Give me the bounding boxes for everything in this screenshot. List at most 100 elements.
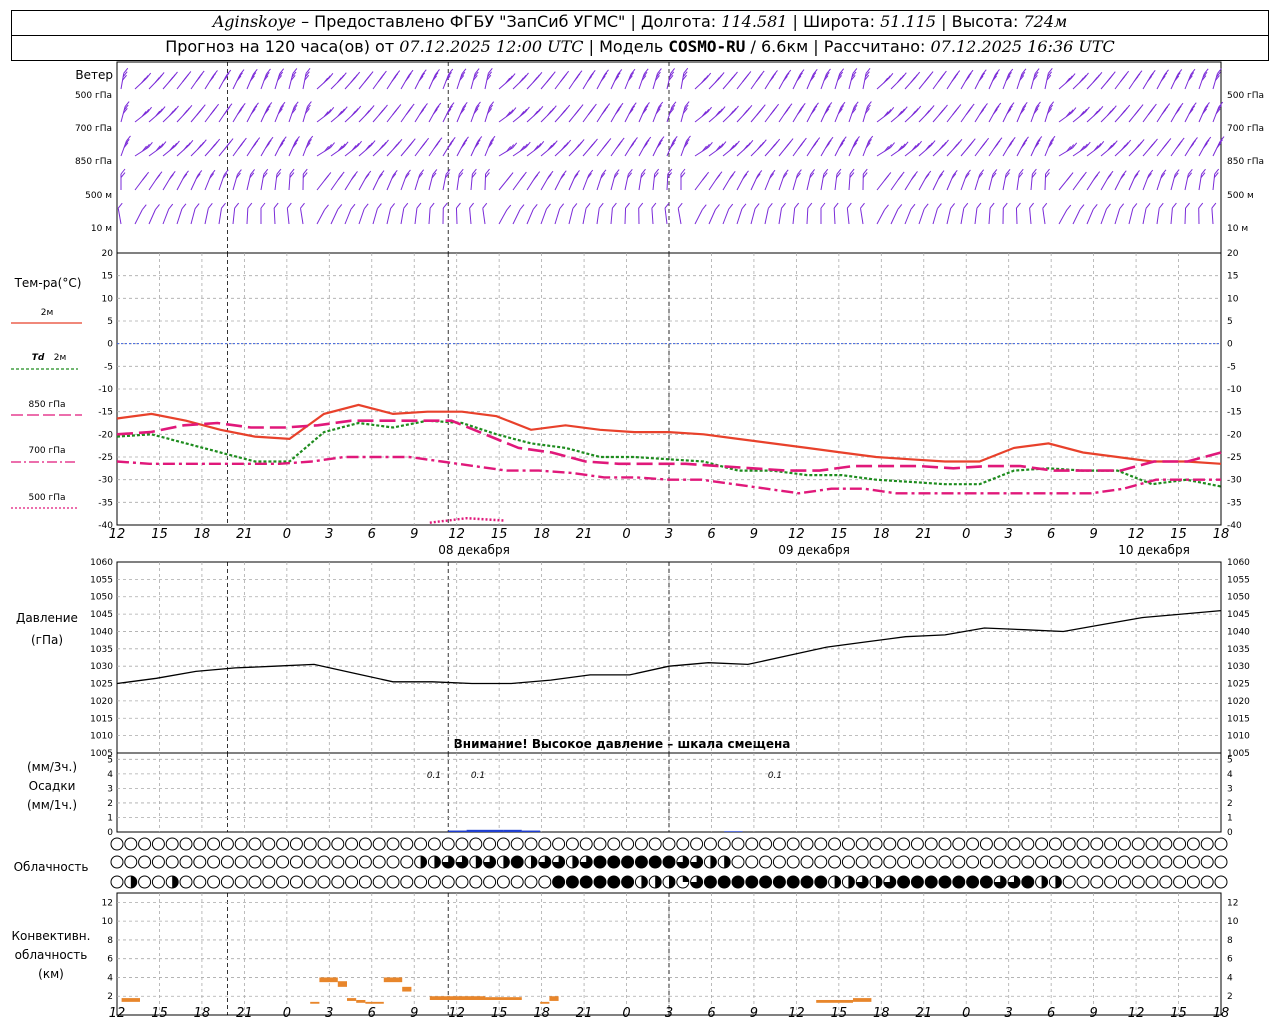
- cloud-cover-symbol: [262, 837, 276, 851]
- wind-barb-feather: [482, 202, 488, 209]
- wind-barb-feather: [756, 109, 762, 116]
- wind-barb-feather: [646, 136, 652, 143]
- wind-barb-feather: [1123, 142, 1129, 148]
- cloud-cover-fill: [759, 876, 772, 888]
- wind-barb-feather: [989, 202, 995, 209]
- cloud-cover-symbol: [1200, 837, 1214, 851]
- conv-cloud-bar: [540, 1001, 550, 1004]
- temp-y-tick-right: -30: [1227, 476, 1242, 486]
- cloud-cover-symbol: [1186, 855, 1200, 869]
- wind-barb-feather: [1145, 202, 1151, 209]
- wind-barb-feather: [1066, 174, 1072, 181]
- pressure-warning: Внимание! Высокое давление – шкала смеще…: [454, 737, 791, 751]
- wind-barb-staff: [846, 208, 850, 225]
- cloud-cover-symbol: [1021, 837, 1035, 851]
- wind-barb-feather: [210, 109, 215, 116]
- wind-barb-feather: [756, 144, 762, 150]
- temp-y-tick: 15: [102, 272, 113, 282]
- cloud-cover-symbol: [193, 855, 207, 869]
- wind-barb-feather: [169, 173, 174, 180]
- wind-barb-staff: [316, 209, 325, 225]
- wind-barb-staff: [932, 208, 938, 225]
- cloud-cover-symbol: [1214, 837, 1228, 851]
- legend-700-label: 700 гПа: [28, 446, 65, 456]
- cloud-cover-symbol: [966, 855, 980, 869]
- wind-barb-feather: [728, 203, 734, 210]
- wind-barb-feather: [897, 204, 903, 210]
- precip-y-tick-right: 4: [1227, 770, 1233, 780]
- wind-barb-feather: [701, 204, 707, 211]
- conv-y-tick-right: 2: [1227, 992, 1233, 1002]
- wind-barb-staff: [1030, 174, 1033, 191]
- wind-barb-feather: [391, 76, 397, 82]
- cloud-cover-symbol: [262, 855, 276, 869]
- pressure-y-tick: 1015: [90, 714, 113, 724]
- cloud-cover-fill: [980, 876, 993, 888]
- cloud-cover-fill: [1055, 876, 1062, 888]
- cloud-cover-symbol: [621, 837, 635, 851]
- cloud-cover-symbol: [441, 837, 455, 851]
- cloud-cover-symbol: [317, 837, 331, 851]
- cloud-cover-fill: [939, 876, 951, 888]
- x-tick-label: 9: [410, 1006, 418, 1021]
- wind-barb-feather: [1079, 174, 1085, 181]
- cloud-cover-symbol: [524, 875, 538, 889]
- temp-y-tick-right: -20: [1227, 430, 1242, 440]
- cloud-cover-symbol: [289, 855, 303, 869]
- wind-barb-feather: [923, 203, 929, 210]
- cloud-cover-fill: [732, 876, 744, 888]
- wind-barb-staff: [218, 208, 222, 225]
- wind-barb-feather: [169, 110, 174, 117]
- temp-y-tick: 20: [102, 249, 114, 259]
- wind-barb-feather: [546, 173, 552, 180]
- cloud-cover-symbol: [207, 855, 221, 869]
- conv-label-2: облачность: [15, 948, 88, 962]
- pressure-y-tick-right: 1025: [1227, 680, 1250, 690]
- wind-barb-feather: [1204, 139, 1210, 146]
- wind-barb-feather: [351, 174, 357, 180]
- pressure-y-tick: 1040: [90, 627, 113, 637]
- wind-barb-feather: [729, 110, 734, 117]
- cloud-cover-symbol: [731, 837, 745, 851]
- cloud-cover-symbol: [193, 837, 207, 851]
- wind-barb-feather: [1162, 143, 1167, 150]
- cloud-cover-symbol: [414, 837, 428, 851]
- cloud-cover-symbol: [814, 855, 828, 869]
- temp-y-tick-right: -35: [1227, 498, 1242, 508]
- precip-y-tick-right: 3: [1227, 784, 1233, 794]
- wind-barb-feather: [664, 202, 670, 209]
- wind-barb-staff: [677, 208, 682, 225]
- cloud-label: Облачность: [14, 860, 89, 874]
- wind-barb-feather: [519, 204, 525, 210]
- cloud-cover-symbol: [220, 855, 234, 869]
- cloud-cover-symbol: [1145, 837, 1159, 851]
- wind-barb-feather: [677, 202, 683, 209]
- cloud-cover-symbol: [179, 855, 193, 869]
- temp-y-tick-right: 10: [1227, 294, 1239, 304]
- cloud-cover-symbol: [386, 855, 400, 869]
- wind-barb-feather: [405, 109, 411, 115]
- cloud-cover-fill: [1021, 876, 1034, 888]
- cloud-cover-fill: [925, 876, 938, 888]
- wind-barb-staff: [204, 208, 209, 225]
- cloud-cover-symbol: [1214, 855, 1228, 869]
- x-tick-label: 15: [1170, 527, 1187, 542]
- cloud-cover-symbol: [772, 837, 786, 851]
- cloud-cover-symbol: [400, 875, 414, 889]
- wind-barb-feather: [117, 202, 123, 209]
- wind-barb-staff: [708, 209, 716, 225]
- wind-barb-feather: [251, 143, 257, 149]
- wind-barb-feather: [783, 109, 789, 115]
- cloud-cover-symbol: [1007, 855, 1021, 869]
- cloud-cover-symbol: [897, 855, 911, 869]
- wind-barb-feather: [195, 76, 201, 82]
- wind-barb-feather: [651, 202, 657, 209]
- wind-barb-feather: [729, 173, 734, 180]
- wind-barb-feather: [268, 136, 274, 143]
- cloud-cover-symbol: [869, 855, 883, 869]
- cloud-cover-symbol: [1173, 855, 1187, 869]
- wind-barb-staff: [988, 208, 991, 225]
- cloud-cover-symbol: [317, 855, 331, 869]
- wind-barb-feather: [377, 76, 383, 83]
- wind-barb-staff: [358, 208, 365, 225]
